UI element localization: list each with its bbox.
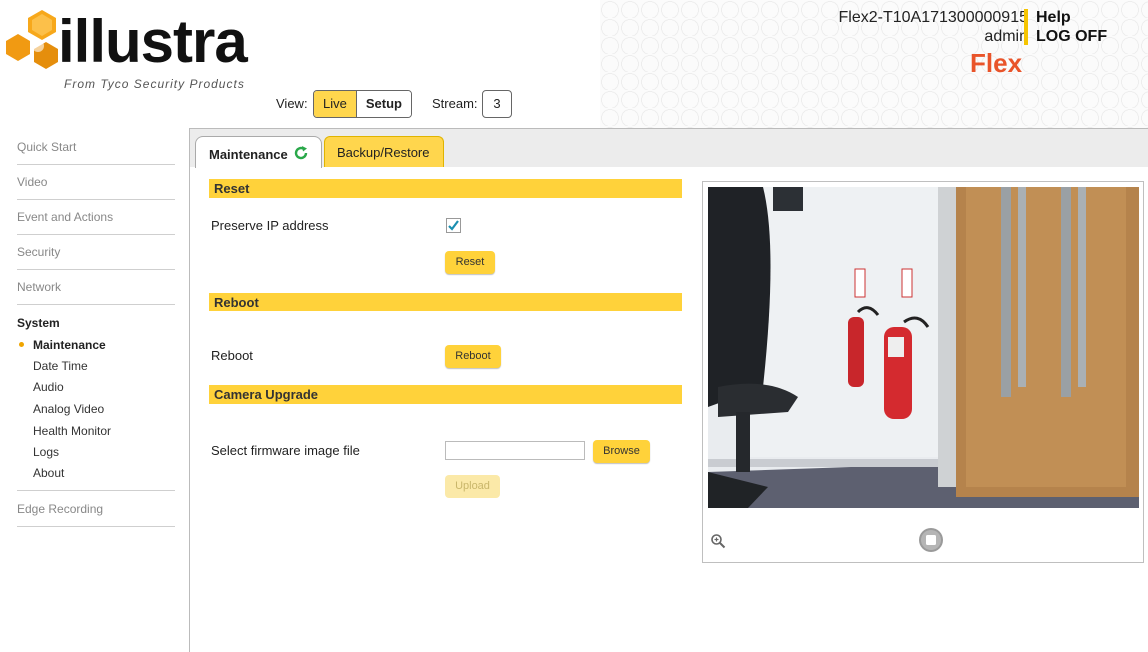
live-video-feed[interactable] (708, 187, 1139, 508)
stop-stream-icon[interactable] (918, 527, 944, 553)
sidebar-item-network[interactable]: Network (17, 280, 175, 305)
zoom-in-icon[interactable] (710, 533, 726, 549)
checkmark-icon (448, 220, 459, 231)
sidebar-subitem-label: Maintenance (33, 338, 106, 352)
reboot-button[interactable]: Reboot (445, 345, 501, 368)
view-toggle: Live Setup (313, 90, 412, 118)
view-live-button[interactable]: Live (314, 91, 356, 117)
sidebar-subitem-date-time[interactable]: Date Time (33, 359, 88, 373)
sidebar-item-edge-recording[interactable]: Edge Recording (17, 502, 175, 527)
refresh-icon[interactable] (293, 145, 309, 161)
browse-button[interactable]: Browse (593, 440, 650, 463)
sidebar-subitem-analog-video[interactable]: Analog Video (33, 402, 104, 416)
firmware-file-input[interactable] (445, 441, 585, 460)
stream-selector[interactable]: 3 (482, 90, 512, 118)
illustra-logo-icon (6, 10, 58, 69)
sidebar-subitem-about[interactable]: About (33, 466, 64, 480)
section-header-reset: Reset (209, 179, 682, 198)
sidebar-item-system[interactable]: System (17, 316, 175, 340)
sidebar-item-security[interactable]: Security (17, 245, 175, 270)
stream-label: Stream: (432, 96, 478, 111)
upload-button[interactable]: Upload (445, 475, 500, 498)
view-setup-button[interactable]: Setup (355, 91, 411, 117)
preserve-ip-label: Preserve IP address (211, 218, 329, 233)
sidebar-divider (17, 490, 175, 491)
view-label: View: (276, 96, 308, 111)
tab-maintenance[interactable]: Maintenance (195, 136, 322, 168)
tab-backup-restore-label: Backup/Restore (337, 145, 430, 160)
main-panel-border (189, 128, 190, 652)
tab-maintenance-label: Maintenance (209, 147, 288, 162)
product-name: Flex (970, 48, 1023, 78)
sidebar-item-video[interactable]: Video (17, 175, 175, 200)
sidebar-subitem-maintenance[interactable]: Maintenance (19, 338, 106, 352)
header-divider (1024, 9, 1028, 45)
camera-view-image (708, 187, 1139, 508)
sidebar-item-event-and-actions[interactable]: Event and Actions (17, 210, 175, 235)
logo-text: illustra (58, 8, 248, 75)
section-header-reboot: Reboot (209, 293, 682, 311)
sidebar-subitem-audio[interactable]: Audio (33, 380, 64, 394)
active-bullet-icon (19, 342, 24, 347)
sidebar-subitem-logs[interactable]: Logs (33, 445, 59, 459)
sidebar-item-quick-start[interactable]: Quick Start (17, 140, 175, 165)
logo-subtitle: From Tyco Security Products (64, 77, 245, 91)
select-firmware-label: Select firmware image file (211, 443, 360, 458)
tab-backup-restore[interactable]: Backup/Restore (324, 136, 444, 167)
help-link[interactable]: Help (1036, 9, 1071, 27)
sidebar-subitem-health-monitor[interactable]: Health Monitor (33, 424, 111, 438)
logged-in-user: admin (984, 28, 1028, 45)
reboot-label: Reboot (211, 348, 253, 363)
preserve-ip-checkbox[interactable] (446, 218, 461, 233)
device-name: Flex2-T10A171300000915 (838, 9, 1028, 26)
section-header-camera-upgrade: Camera Upgrade (209, 385, 682, 404)
log-off-link[interactable]: LOG OFF (1036, 28, 1107, 46)
reset-button[interactable]: Reset (445, 251, 495, 274)
